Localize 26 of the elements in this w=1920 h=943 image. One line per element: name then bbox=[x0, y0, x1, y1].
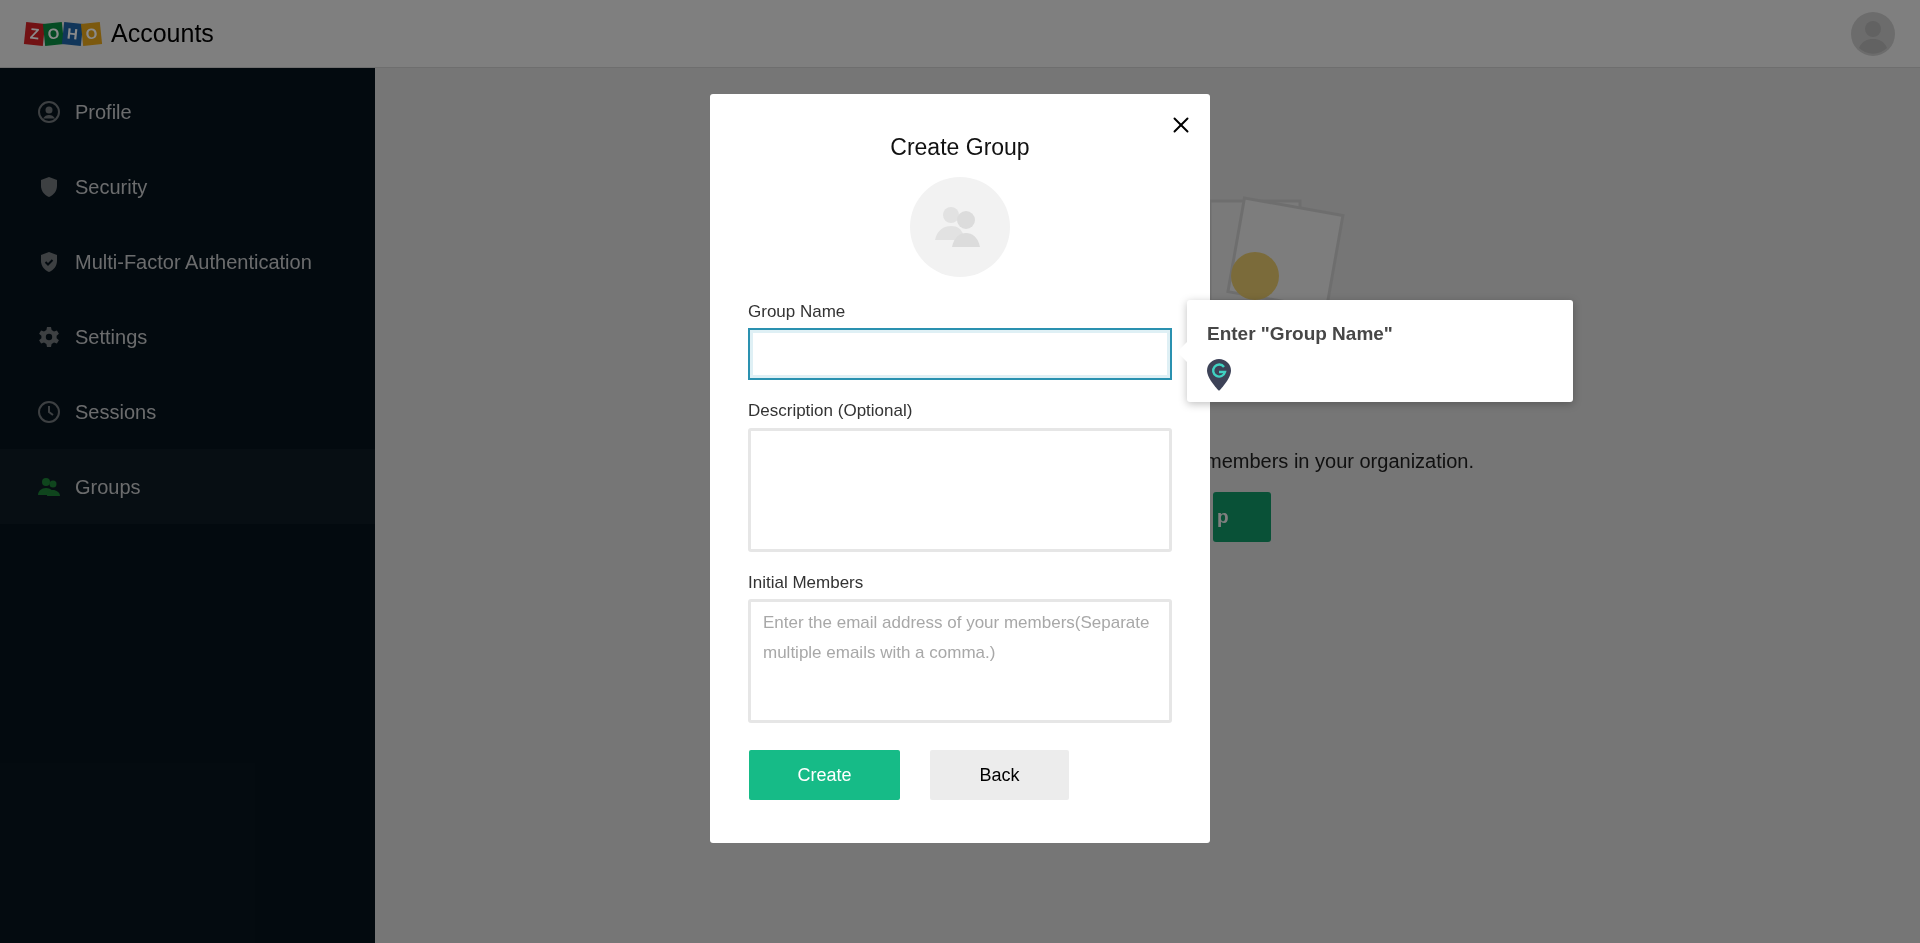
tooltip-title: Enter "Group Name" bbox=[1207, 322, 1394, 346]
logo-tile: O bbox=[80, 21, 103, 46]
sidebar-item[interactable]: Groups bbox=[0, 449, 375, 524]
logo-tile: O bbox=[42, 21, 65, 46]
text-area[interactable]: Enter the email address of your members(Separate multiple emails with a comma.) bbox=[748, 599, 1172, 723]
group-avatar-icon bbox=[910, 176, 1010, 277]
sidebar-item[interactable]: Sessions bbox=[0, 374, 375, 449]
field-label: Description (Optional) bbox=[748, 400, 914, 422]
sidebar-item[interactable]: Settings bbox=[0, 299, 375, 374]
create-group-button[interactable]: p bbox=[1213, 492, 1271, 542]
dialog-title: Create Group bbox=[890, 133, 1030, 162]
logo-tile: H bbox=[61, 21, 84, 46]
logo-tile: Z bbox=[23, 21, 46, 46]
product-name: Accounts bbox=[111, 17, 214, 49]
field-label: Group Name bbox=[748, 300, 847, 323]
text-field[interactable] bbox=[748, 328, 1172, 380]
sidebar-item[interactable]: Security bbox=[0, 149, 375, 224]
location-pin-icon bbox=[1207, 358, 1231, 391]
sidebar-item[interactable]: Multi-Factor Authentication bbox=[0, 224, 375, 299]
field-label: Initial Members bbox=[748, 571, 865, 594]
back-button[interactable]: Back bbox=[930, 750, 1069, 800]
user-circle-icon bbox=[37, 99, 61, 124]
create-button[interactable]: Create bbox=[749, 750, 900, 800]
clock-icon bbox=[37, 399, 61, 424]
gear-icon bbox=[37, 324, 61, 349]
sidebar-item[interactable]: Profile bbox=[0, 74, 375, 149]
